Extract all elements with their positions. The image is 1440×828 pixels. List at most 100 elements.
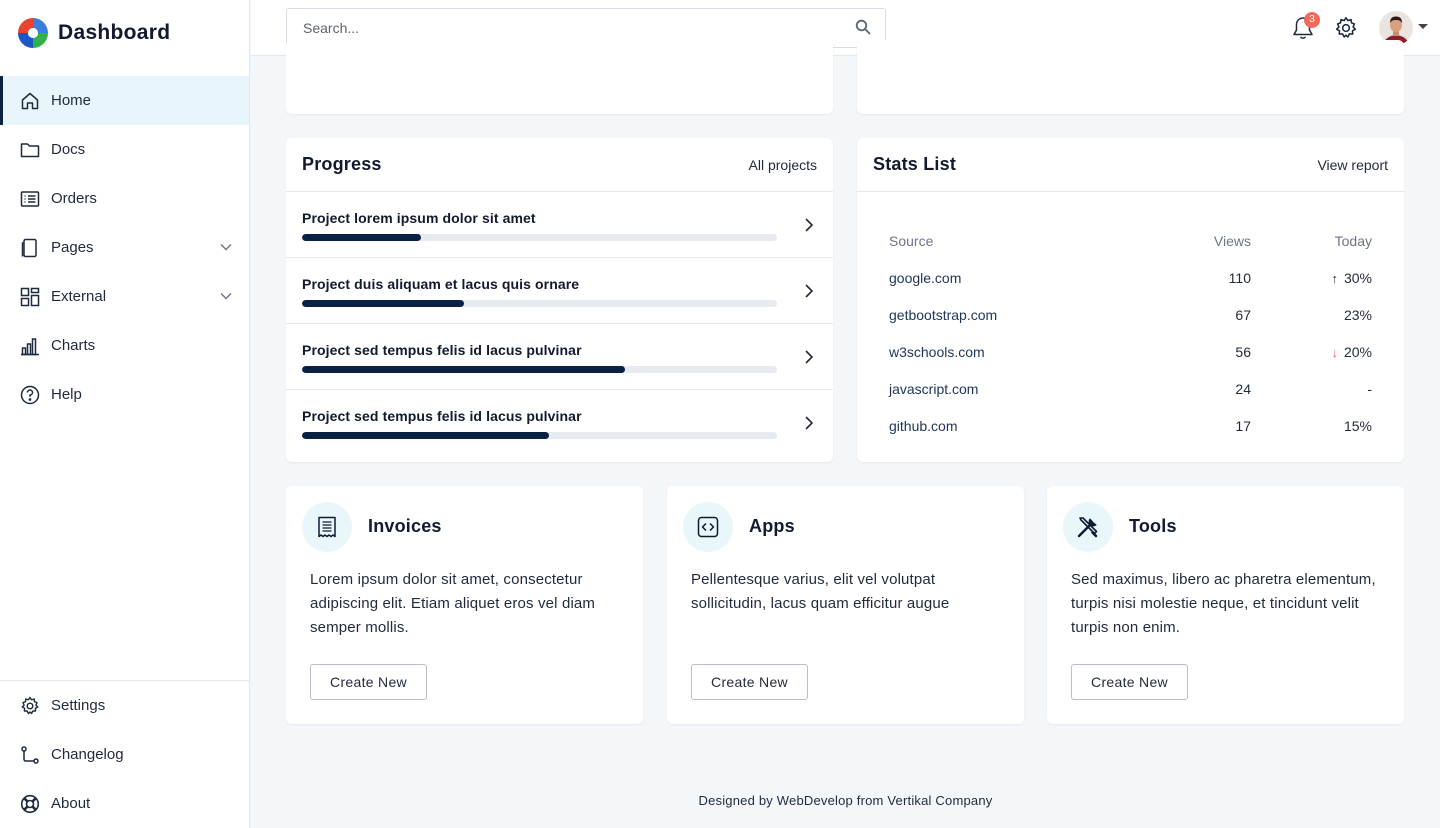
help-icon [19, 384, 41, 406]
progress-bar [302, 300, 777, 307]
today-value: ↓ 20% [1251, 344, 1372, 360]
project-name: Project sed tempus felis id lacus pulvin… [302, 408, 582, 424]
today-percent: 15% [1343, 417, 1372, 434]
today-percent: - [1367, 380, 1372, 397]
sidebar-item-label: Charts [51, 337, 96, 354]
views-value: 56 [1235, 343, 1251, 360]
invoices-description: Lorem ipsum dolor sit amet, consectetur … [310, 571, 596, 636]
chevron-right-icon[interactable] [803, 283, 815, 299]
today-percent: 23% [1343, 306, 1372, 323]
invoice-icon [302, 502, 352, 552]
tools-icon [1063, 502, 1113, 552]
sidebar-item-label: External [51, 288, 107, 305]
progress-list: Project lorem ipsum dolor sit amet Projec… [286, 192, 833, 456]
sidebar-item-label: Docs [51, 141, 86, 158]
table-row: javascript.com 24 - [889, 370, 1372, 407]
source-link[interactable]: google.com [889, 270, 1139, 286]
arrow-up-icon: ↑ [1331, 270, 1338, 286]
sidebar-item-label: Settings [51, 697, 106, 714]
progress-card-header: Progress All projects [286, 138, 833, 192]
views-value: 17 [1235, 417, 1251, 434]
progress-bar-fill [302, 432, 549, 439]
profile-caret-icon[interactable] [1418, 24, 1428, 29]
today-value: 23% [1251, 307, 1372, 323]
views-value: 24 [1235, 380, 1251, 397]
source-link[interactable]: javascript.com [889, 381, 1139, 397]
sidebar-item-home[interactable]: Home [0, 76, 249, 125]
changelog-icon [19, 744, 41, 766]
progress-title: Progress [302, 154, 382, 174]
chevron-right-icon[interactable] [803, 217, 815, 233]
progress-bar [302, 234, 777, 241]
sidebar-item-orders[interactable]: Orders [0, 174, 249, 223]
code-icon [683, 502, 733, 552]
sidebar-item-about[interactable]: About [0, 779, 249, 828]
brand[interactable]: Dashboard [0, 0, 249, 65]
source-link[interactable]: w3schools.com [889, 344, 1139, 360]
sidebar-item-charts[interactable]: Charts [0, 321, 249, 370]
stats-table-header: Source Views Today [889, 222, 1372, 259]
pages-icon [19, 237, 41, 259]
stats-card-header: Stats List View report [857, 138, 1404, 192]
brand-title: Dashboard [58, 20, 171, 44]
progress-bar-fill [302, 366, 625, 373]
apps-card: Apps Pellentesque varius, elit vel volut… [667, 486, 1024, 724]
top-card-left [286, 40, 833, 114]
table-row: getbootstrap.com 67 23% [889, 296, 1372, 333]
sidebar: Dashboard Home Docs Orders Pages Externa… [0, 0, 250, 828]
project-name: Project sed tempus felis id lacus pulvin… [302, 342, 582, 358]
chart-icon [19, 335, 41, 357]
grid-icon [19, 286, 41, 308]
chevron-right-icon[interactable] [803, 415, 815, 431]
invoices-title: Invoices [368, 516, 442, 536]
apps-create-new-button[interactable]: Create New [691, 664, 808, 700]
chevron-down-icon[interactable] [219, 289, 233, 303]
today-percent: 30% [1343, 269, 1372, 286]
apps-title: Apps [749, 516, 795, 536]
column-header-today: Today [1334, 232, 1372, 249]
stats-table: Source Views Today google.com 110 ↑ 30% getb… [889, 222, 1372, 444]
views-value: 67 [1235, 306, 1251, 323]
sidebar-bottom-nav: Settings Changelog About [0, 680, 249, 828]
today-value: - [1251, 381, 1372, 397]
sidebar-item-docs[interactable]: Docs [0, 125, 249, 174]
progress-row[interactable]: Project duis aliquam et lacus quis ornar… [286, 258, 833, 324]
stats-title: Stats List [873, 154, 957, 174]
view-report-link[interactable]: View report [1317, 157, 1388, 173]
apps-description: Pellentesque varius, elit vel volutpat s… [691, 571, 950, 612]
progress-row[interactable]: Project sed tempus felis id lacus pulvin… [286, 390, 833, 456]
stats-card: Stats List View report Source Views Toda… [857, 138, 1404, 462]
sidebar-item-label: Pages [51, 239, 94, 256]
today-value: ↑ 30% [1251, 270, 1372, 286]
progress-row[interactable]: Project lorem ipsum dolor sit amet [286, 192, 833, 258]
sidebar-item-label: Orders [51, 190, 97, 207]
sidebar-item-help[interactable]: Help [0, 370, 249, 419]
progress-row[interactable]: Project sed tempus felis id lacus pulvin… [286, 324, 833, 390]
chevron-down-icon[interactable] [219, 240, 233, 254]
all-projects-link[interactable]: All projects [749, 157, 817, 173]
list-icon [19, 188, 41, 210]
project-name: Project lorem ipsum dolor sit amet [302, 210, 536, 226]
search-icon[interactable] [855, 19, 871, 35]
views-value: 110 [1228, 269, 1251, 286]
brand-logo-icon [18, 17, 48, 48]
progress-bar [302, 432, 777, 439]
column-header-views: Views [1213, 232, 1251, 249]
chevron-right-icon[interactable] [803, 349, 815, 365]
progress-card: Progress All projects Project lorem ipsu… [286, 138, 833, 462]
arrow-down-icon: ↓ [1331, 344, 1338, 360]
folder-icon [19, 139, 41, 161]
sidebar-item-changelog[interactable]: Changelog [0, 730, 249, 779]
sidebar-item-label: Help [51, 386, 82, 403]
tools-create-new-button[interactable]: Create New [1071, 664, 1188, 700]
source-link[interactable]: getbootstrap.com [889, 307, 1139, 323]
top-card-right [857, 40, 1404, 114]
sidebar-item-settings[interactable]: Settings [0, 681, 249, 730]
sidebar-item-pages[interactable]: Pages [0, 223, 249, 272]
table-row: w3schools.com 56 ↓ 20% [889, 333, 1372, 370]
source-link[interactable]: github.com [889, 418, 1139, 434]
sidebar-item-external[interactable]: External [0, 272, 249, 321]
column-header-source: Source [889, 232, 934, 249]
gear-icon[interactable] [1334, 16, 1358, 40]
invoices-create-new-button[interactable]: Create New [310, 664, 427, 700]
